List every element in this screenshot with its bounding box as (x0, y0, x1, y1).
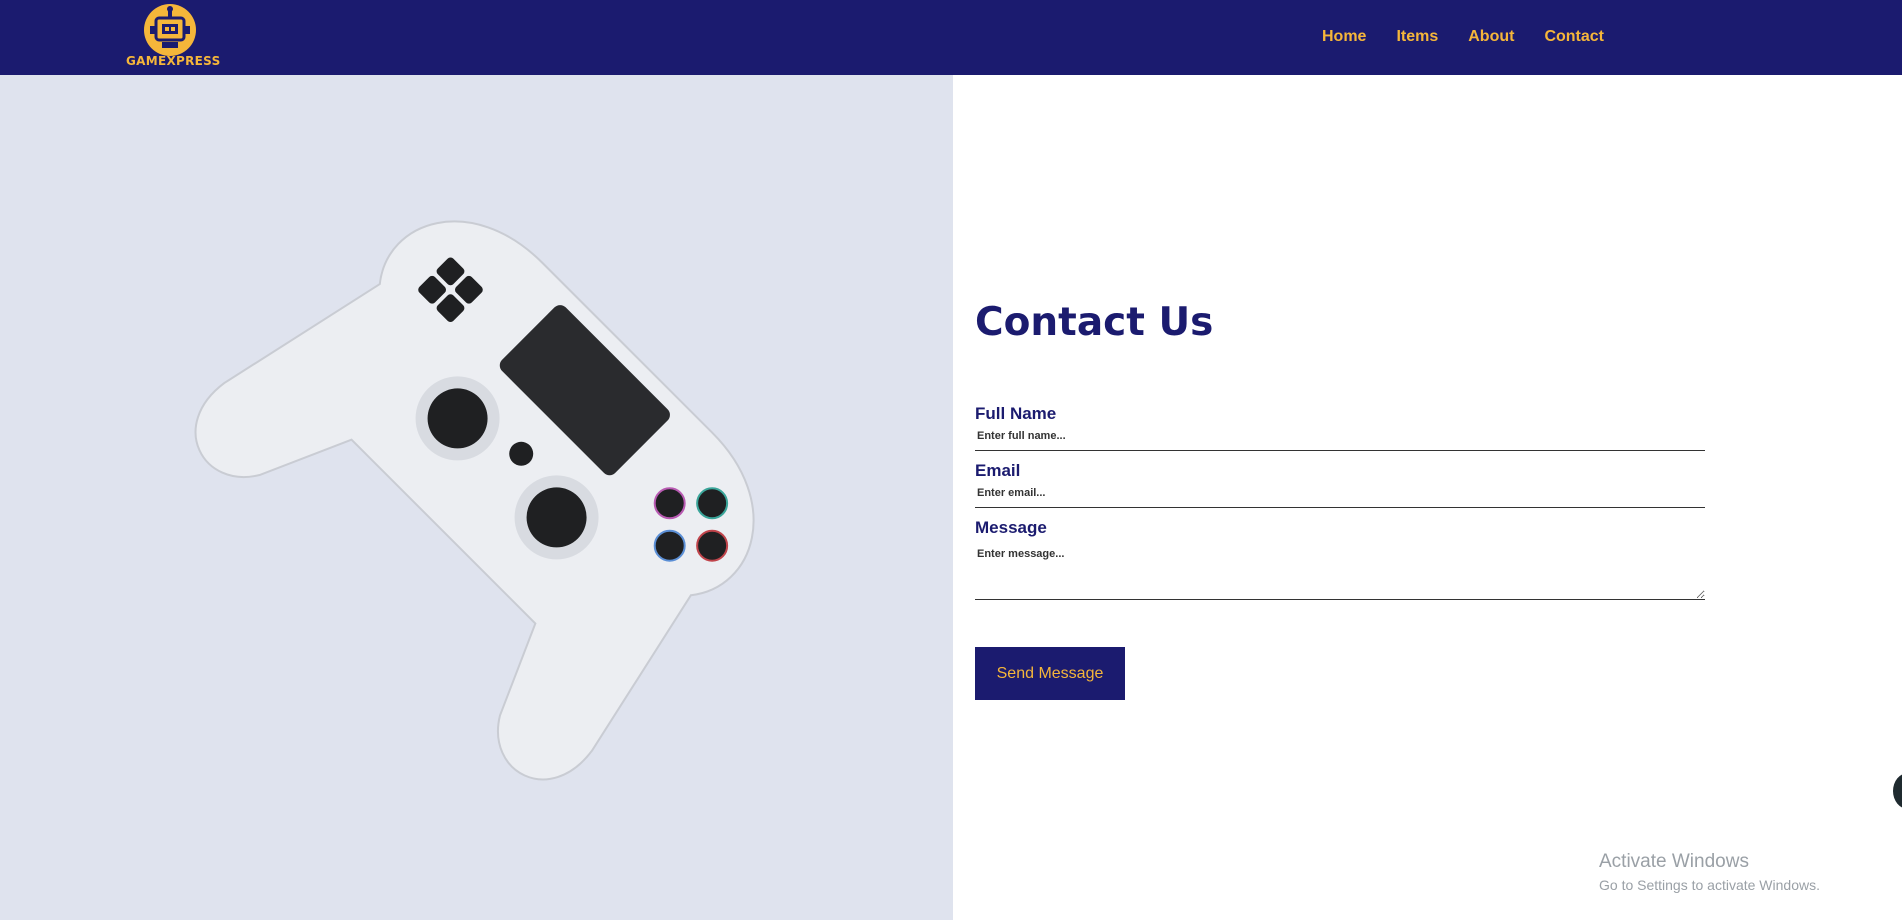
message-textarea[interactable] (975, 538, 1705, 600)
robot-logo-icon (144, 4, 196, 56)
nav-items[interactable]: Items (1396, 28, 1438, 46)
activate-windows-subtitle: Go to Settings to activate Windows. (1599, 877, 1820, 893)
email-input[interactable] (975, 481, 1705, 508)
full-name-label: Full Name (975, 404, 1057, 423)
nav-contact[interactable]: Contact (1544, 28, 1604, 46)
activate-windows-watermark: Activate Windows Go to Settings to activ… (1599, 851, 1820, 893)
contact-form: Full Name Email Message (975, 404, 1705, 600)
hero-image-panel (0, 75, 953, 920)
contact-title: Contact Us (975, 300, 1214, 345)
full-name-input[interactable] (975, 424, 1705, 451)
nav-menu: Home Items About Contact (1322, 28, 1604, 46)
floating-widget-button[interactable] (1893, 773, 1902, 809)
game-controller-image (194, 220, 755, 781)
logo-text: GAMEXPRESS (126, 54, 221, 68)
message-label: Message (975, 518, 1047, 537)
nav-home[interactable]: Home (1322, 28, 1366, 46)
navbar: GAMEXPRESS Home Items About Contact (0, 0, 1902, 75)
nav-about[interactable]: About (1468, 28, 1514, 46)
gamexpress-logo[interactable]: GAMEXPRESS (126, 2, 221, 72)
send-message-button[interactable]: Send Message (975, 647, 1125, 700)
email-label: Email (975, 461, 1021, 480)
activate-windows-title: Activate Windows (1599, 851, 1749, 872)
